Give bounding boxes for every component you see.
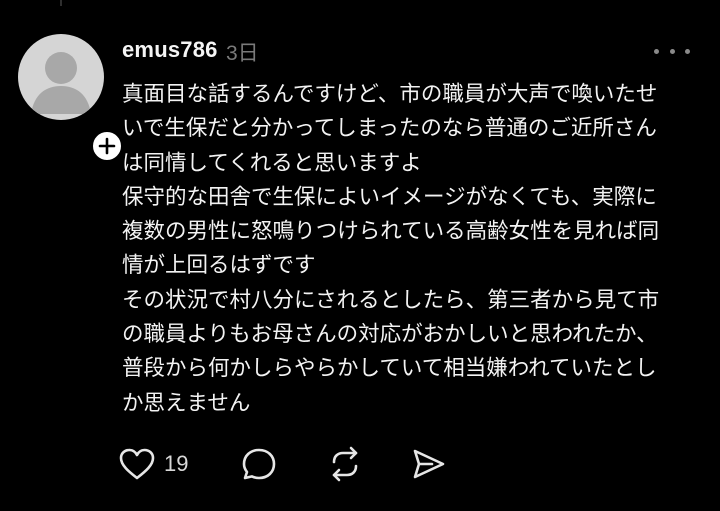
reply-button[interactable] xyxy=(240,444,278,484)
post-body-line: その状況で村八分にされるとしたら、第三者から見て市 xyxy=(122,287,660,313)
post-body-line: の職員よりもお母さんの対応がおかしいと思われたか、 xyxy=(122,322,658,348)
post-body-line: いで生保だと分かってしまったのなら普通のご近所さん xyxy=(122,116,657,142)
avatar[interactable] xyxy=(18,34,104,120)
post-body-line: 保守的な田舎で生保によいイメージがなくても、実際に xyxy=(122,184,657,210)
follow-button[interactable] xyxy=(90,129,124,163)
comment-bubble-icon xyxy=(242,448,276,480)
post-body-line: 複数の男性に怒鳴りつけられている高齢女性を見れば同 xyxy=(122,219,660,245)
post-body-line: 普段から何かしらやらかしていて相当嫌われていたとし xyxy=(122,356,657,382)
default-avatar-icon xyxy=(31,52,91,114)
repost-icon xyxy=(332,446,358,482)
post-body: 真面目な話するんですけど、市の職員が大声で喚いたせ いで生保だと分かってしまった… xyxy=(122,78,702,421)
avatar-container[interactable] xyxy=(18,34,124,163)
post-body-line: 真面目な話するんですけど、市の職員が大声で喚いたせ xyxy=(122,82,658,107)
post-body-line: か思えません xyxy=(122,390,251,416)
heart-icon xyxy=(119,448,155,480)
more-options-button[interactable] xyxy=(654,44,690,58)
username[interactable]: emus786 xyxy=(122,37,218,63)
share-button[interactable] xyxy=(410,444,448,484)
repost-button[interactable] xyxy=(326,444,364,484)
post-body-line: 情が上回るはずです xyxy=(122,253,316,279)
plus-icon xyxy=(98,137,116,155)
more-horizontal-icon xyxy=(654,48,659,54)
like-count: 19 xyxy=(164,451,189,476)
post-timestamp: 3日 xyxy=(226,42,259,65)
like-button[interactable]: 19 xyxy=(118,444,188,484)
post-body-line: は同情してくれると思いますよ xyxy=(122,150,422,176)
reply-post: emus786 3日 真面目な話するんですけど、市の職員が大声で喚いたせ いで生… xyxy=(0,0,720,511)
send-icon xyxy=(413,449,445,479)
